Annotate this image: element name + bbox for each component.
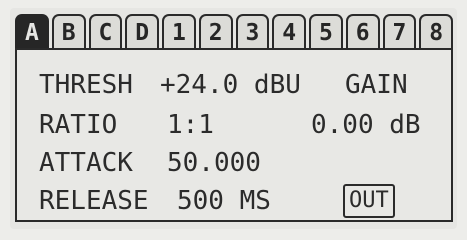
gain-value[interactable]: 0.00 dB [311, 110, 421, 140]
tab-b[interactable]: B [51, 14, 86, 50]
tab-3[interactable]: 3 [235, 14, 270, 50]
threshold-value[interactable]: +24.0 dBU [160, 70, 301, 100]
threshold-label: THRESH [39, 70, 133, 100]
tab-2[interactable]: 2 [198, 14, 233, 50]
attack-value[interactable]: 50.000 [167, 148, 261, 178]
release-label: RELEASE [39, 186, 149, 216]
release-value[interactable]: 500 MS [177, 186, 271, 216]
tab-d[interactable]: D [125, 14, 159, 50]
attack-label: ATTACK [39, 148, 133, 178]
lcd-screen: A B C D 1 2 3 4 5 6 7 8 THRESH +24.0 dBU… [10, 8, 457, 229]
channel-tabs: A B C D 1 2 3 4 5 6 7 8 [15, 14, 453, 50]
tab-7[interactable]: 7 [382, 14, 417, 50]
output-button[interactable]: OUT [343, 184, 395, 218]
ratio-value[interactable]: 1:1 [167, 110, 214, 140]
tab-8[interactable]: 8 [419, 14, 453, 50]
tab-5[interactable]: 5 [309, 14, 343, 50]
compressor-panel: THRESH +24.0 dBU GAIN RATIO 1:1 0.00 dB … [15, 48, 453, 222]
tab-4[interactable]: 4 [272, 14, 306, 50]
gain-label: GAIN [345, 70, 408, 100]
tab-6[interactable]: 6 [345, 14, 380, 50]
tab-a[interactable]: A [15, 14, 49, 50]
tab-c[interactable]: C [88, 14, 123, 50]
tab-1[interactable]: 1 [162, 14, 196, 50]
ratio-label: RATIO [39, 110, 118, 140]
